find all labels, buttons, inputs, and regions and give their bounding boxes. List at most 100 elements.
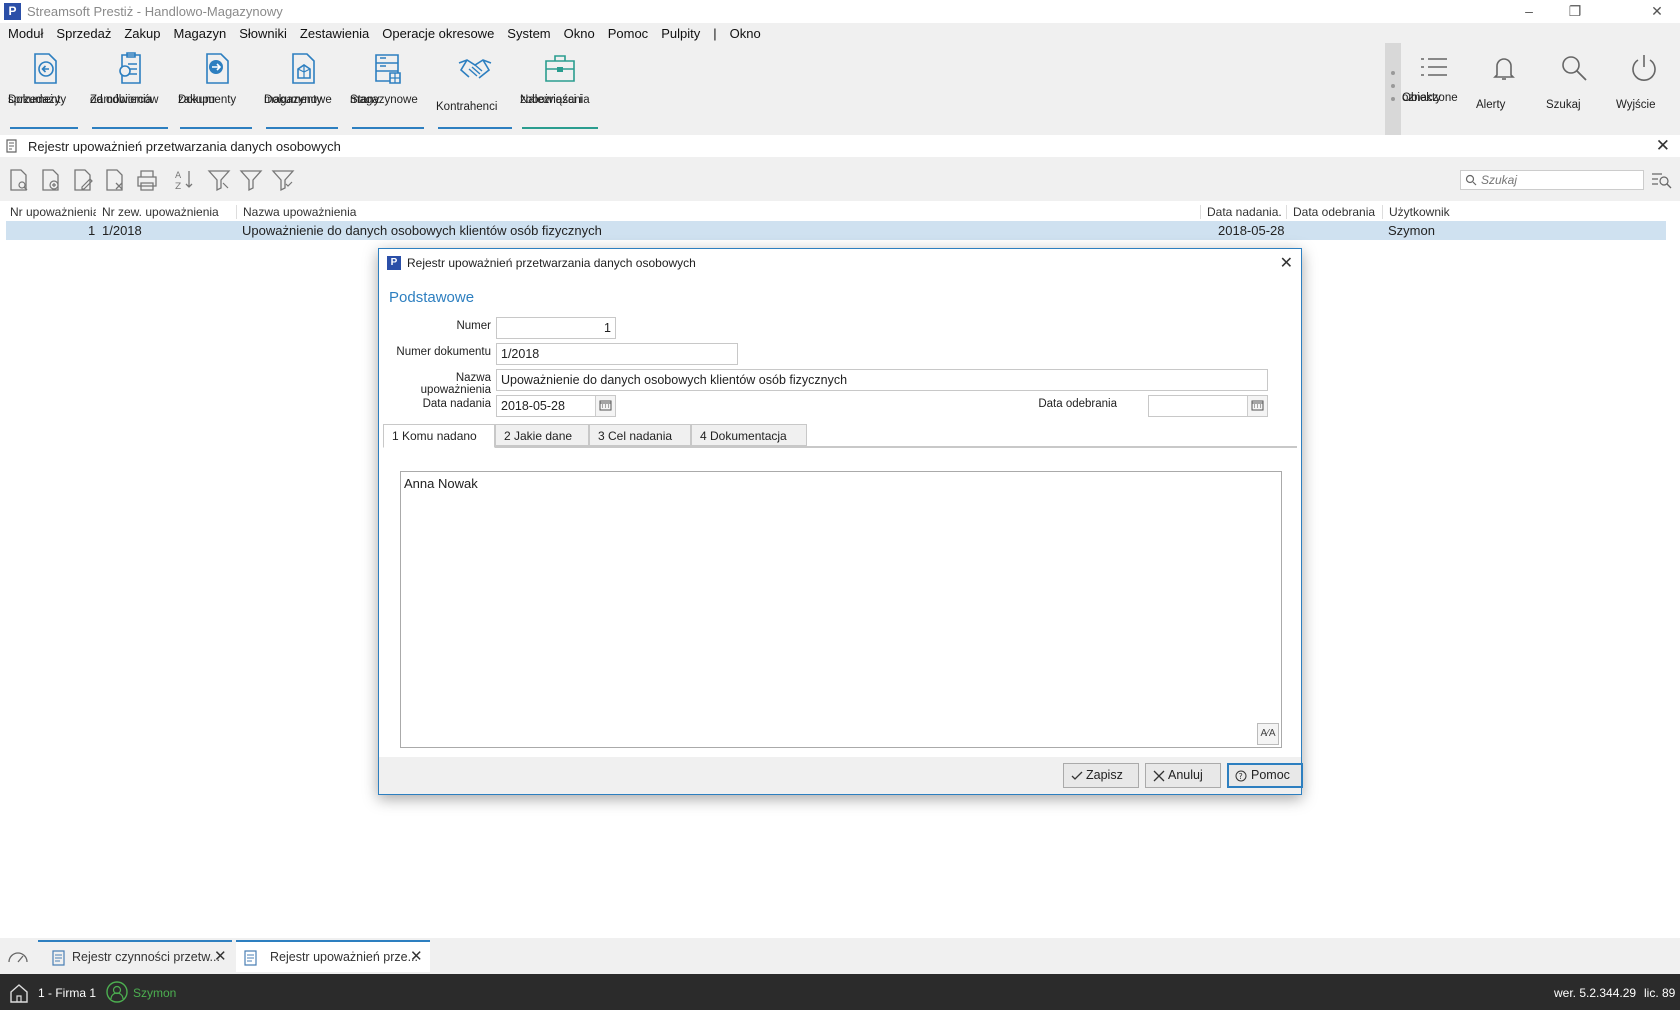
numer-field[interactable]: 1 [496,317,616,339]
menu-operacje[interactable]: Operacje okresowe [382,26,494,41]
home-icon[interactable] [8,982,30,1004]
menu-system[interactable]: System [507,26,550,41]
scroll-document-icon [6,139,17,153]
license-label: lic. 89 [1644,986,1676,1000]
filter-clear-icon[interactable] [270,167,296,193]
shelves-icon [375,54,401,84]
ribbon-szukaj[interactable]: Szukaj [1546,53,1602,111]
search-field-icon [1465,174,1477,186]
dashboard-icon[interactable] [7,946,29,966]
menu-okno[interactable]: Okno [564,26,595,41]
ribbon-label-2: zobowiązania [520,94,590,106]
tab-cel-nadania[interactable]: 3 Cel nadania [589,424,691,446]
add-document-icon[interactable] [38,167,64,193]
user-name[interactable]: Szymon [133,986,176,1000]
numer-label: Numer [456,320,491,332]
data-nadania-calendar-button[interactable] [595,396,615,416]
menu-zakup[interactable]: Zakup [124,26,160,41]
delete-document-icon[interactable] [102,167,128,193]
ribbon-naleznosci[interactable]: Należności i zobowiązania [520,49,600,129]
ribbon-label-1: Kontrahenci [436,101,498,113]
menu-sprzedaz[interactable]: Sprzedaż [56,26,111,41]
ribbon-dokumenty-magazynowe[interactable]: Dokumenty magazynowe [264,49,340,129]
data-odebrania-calendar-button[interactable] [1247,396,1267,416]
menu-zestawienia[interactable]: Zestawienia [300,26,369,41]
menu-separator: | [713,25,717,41]
column-nr[interactable]: Nr upoważnienia [10,205,96,219]
menu-slowniki[interactable]: Słowniki [239,26,287,41]
column-nr-zew[interactable]: Nr zew. upoważnienia [102,205,219,219]
dialog-footer: Zapisz Anuluj ? Pomoc [379,757,1303,794]
print-icon[interactable] [134,167,160,193]
close-tab-icon[interactable]: ✕ [410,942,423,972]
ribbon-obiekty-oznaczone[interactable]: Obiekty oznaczone [1402,53,1466,104]
ribbon-stany-magazynowe[interactable]: Stany magazynowe [350,49,426,129]
numer-dokumentu-label: Numer dokumentu [396,346,491,358]
tab-dokumentacja[interactable]: 4 Dokumentacja [691,424,807,446]
close-window-button[interactable]: ✕ [1634,0,1680,23]
ribbon-label-1: Alerty [1476,99,1506,111]
column-uzytkownik[interactable]: Użytkownik [1382,205,1450,219]
ribbon-separator[interactable] [1385,43,1401,135]
window-title: Streamsoft Prestiż - Handlowo-Magazynowy [27,4,283,19]
ribbon-label-1: Szukaj [1546,99,1581,111]
ribbon-dokumenty-zakupu[interactable]: Dokumenty zakupu [178,49,254,129]
document-title: Rejestr upoważnień przetwarzania danych … [28,138,341,154]
numer-dokumentu-field[interactable]: 1/2018 [496,343,738,365]
ribbon-label-1: Wyjście [1616,99,1656,111]
bell-icon [1493,58,1515,80]
search-input[interactable]: Szukaj [1460,170,1644,190]
cell-nazwa: Upoważnienie do danych osobowych klientó… [242,223,602,238]
svg-text:?: ? [1239,772,1243,781]
advanced-search-icon[interactable] [1650,170,1672,190]
ribbon-zamowienia[interactable]: Zamówienia od odbiorców [90,49,170,129]
dialog-close-icon[interactable]: ✕ [1280,253,1293,273]
column-data-nadania[interactable]: Data nadania. [1200,205,1282,219]
table-row[interactable]: 1 1/2018 Upoważnienie do danych osobowyc… [6,221,1666,240]
minimize-button[interactable]: – [1506,0,1552,23]
close-document-icon[interactable]: ✕ [1656,136,1670,156]
nazwa-field[interactable]: Upoważnienie do danych osobowych klientó… [496,369,1268,391]
ribbon-label-2: oznaczone [1402,92,1458,104]
filter-add-icon[interactable] [206,167,232,193]
menu-pulpity[interactable]: Pulpity [661,26,700,41]
save-label: Zapisz [1086,768,1123,782]
task-tab-rejestr-czynnosci[interactable]: Rejestr czynności przetw... ✕ [38,940,232,972]
edit-document-icon[interactable] [70,167,96,193]
sort-az-icon[interactable]: AZ [172,167,198,193]
title-bar: P Streamsoft Prestiż - Handlowo-Magazyno… [0,0,1680,23]
task-tab-label: Rejestr upoważnień prze... [270,950,418,964]
task-tab-label: Rejestr czynności przetw... [72,950,220,964]
tab-jakie-dane[interactable]: 2 Jakie dane [495,424,589,446]
ribbon-dokumenty-sprzedazy[interactable]: Dokumenty sprzedaży [8,49,80,129]
save-button[interactable]: Zapisz [1063,763,1139,788]
ribbon-wyjscie[interactable]: Wyjście [1616,53,1672,111]
toolbar: AZ [0,157,1680,201]
task-tab-rejestr-upowaznien[interactable]: Rejestr upoważnień prze... ✕ [236,940,430,972]
menu-modul[interactable]: Moduł [8,26,43,41]
menu-pomoc[interactable]: Pomoc [608,26,648,41]
column-data-odebrania[interactable]: Data odebrania [1286,205,1375,219]
memo-field[interactable]: Anna Nowak A⁄A [400,471,1282,748]
firm-label[interactable]: 1 - Firma 1 [38,986,96,1000]
close-tab-icon[interactable]: ✕ [214,942,227,972]
svg-text:Z: Z [175,182,181,192]
calendar-icon [1251,400,1264,411]
edit-dialog: P Rejestr upoważnień przetwarzania danyc… [378,248,1303,795]
filter-icon[interactable] [238,167,264,193]
nazwa-label: Nazwa upoważnienia [420,372,491,396]
preview-icon[interactable] [6,167,32,193]
restore-button[interactable]: ❐ [1552,0,1598,23]
memo-text: Anna Nowak [404,476,478,491]
menu-okno-2[interactable]: Okno [730,26,761,41]
ribbon-kontrahenci[interactable]: Kontrahenci [436,49,514,129]
menu-magazyn[interactable]: Magazyn [173,26,226,41]
help-button[interactable]: ? Pomoc [1227,763,1303,788]
tab-komu-nadano[interactable]: 1 Komu nadano [383,424,495,448]
help-label: Pomoc [1251,768,1290,782]
column-nazwa[interactable]: Nazwa upoważnienia [236,205,356,219]
cancel-button[interactable]: Anuluj [1145,763,1221,788]
font-format-icon[interactable]: A⁄A [1257,723,1279,745]
tab-strip-line [383,446,1297,448]
ribbon-alerty[interactable]: Alerty [1476,53,1532,111]
